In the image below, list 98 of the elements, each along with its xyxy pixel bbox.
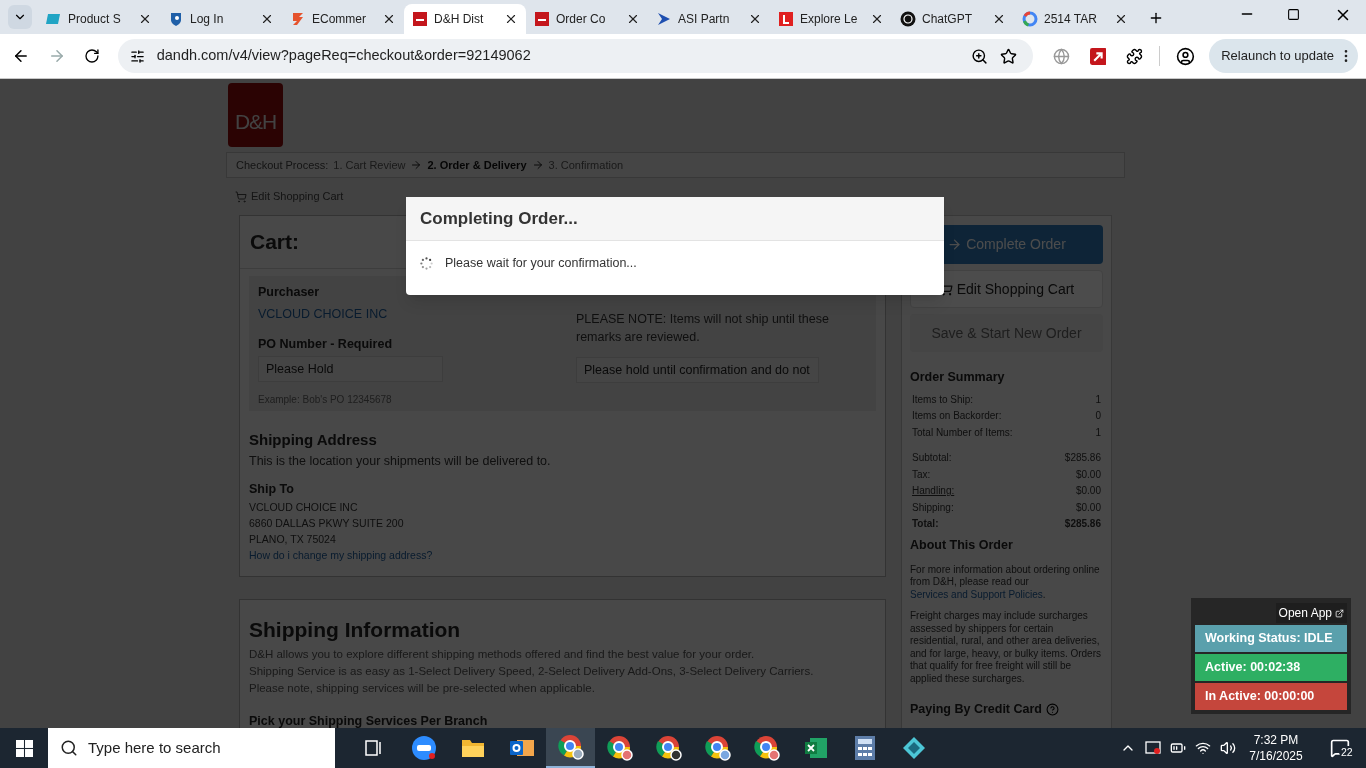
ship-to-label: Ship To <box>249 481 295 499</box>
tab-title: ASI Partn <box>678 11 731 28</box>
url-text: dandh.com/v4/view?pageReq=checkout&order=92149062 <box>156 46 532 66</box>
maximize-icon[interactable] <box>1287 8 1300 21</box>
taskbar-search-field[interactable]: Type here to search <box>48 728 335 768</box>
zoom-icon[interactable] <box>970 47 988 65</box>
tracker-status: In Active: 00:00:00 <box>1195 683 1347 710</box>
search-icon <box>60 739 78 757</box>
tab-title: D&H Dist <box>434 11 485 28</box>
tab-title: ChatGPT <box>922 11 973 28</box>
shipping-info-title: Shipping Information <box>249 617 462 643</box>
summary-label: Subtotal: <box>912 451 952 466</box>
browser-tab[interactable]: ASI Partn <box>648 4 770 34</box>
checkout-step: 2. Order & Delivery <box>427 156 527 174</box>
g-circle-icon <box>1022 11 1038 27</box>
tab-title: Explore Le <box>800 11 859 28</box>
pdf-arrow-extension-icon[interactable] <box>1089 47 1107 65</box>
folder-icon[interactable] <box>460 737 485 759</box>
clock-time[interactable]: 7:32 PM <box>1253 732 1299 748</box>
browser-tab[interactable]: ChatGPT <box>892 4 1014 34</box>
profile-icon[interactable] <box>1176 46 1196 66</box>
diamond-app-icon[interactable] <box>901 736 926 760</box>
order-summary-title: Order Summary <box>910 369 1006 386</box>
browser-tab[interactable]: Explore Le <box>770 4 892 34</box>
browser-tab[interactable]: ECommer <box>282 4 404 34</box>
close-icon[interactable] <box>260 12 274 26</box>
close-icon[interactable] <box>382 12 396 26</box>
tab-list-button[interactable] <box>8 5 32 29</box>
new-tab-icon[interactable] <box>1148 10 1164 26</box>
task-view-icon[interactable] <box>364 739 384 757</box>
tab-title: ECommer <box>312 11 367 28</box>
calculator-icon[interactable] <box>854 736 875 760</box>
external-link-icon <box>1335 608 1344 618</box>
globe-icon[interactable] <box>1052 47 1070 65</box>
clock-date[interactable]: 7/16/2025 <box>1249 748 1303 764</box>
browser-icon[interactable] <box>655 735 682 761</box>
summary-value: $285.86 <box>1064 517 1101 532</box>
battery-icon[interactable] <box>1170 740 1186 756</box>
address-line: VCLOUD CHOICE INC <box>249 500 359 515</box>
reload-icon[interactable] <box>83 48 100 64</box>
tab-title: 2514 TAR <box>1044 11 1098 28</box>
windows-start-icon[interactable] <box>15 739 33 757</box>
dialog-message: Please wait for your confirmation... <box>445 254 637 272</box>
tile-icon <box>534 11 550 27</box>
tile-icon <box>412 11 428 27</box>
notification-count: 22 <box>1339 746 1355 758</box>
tab-title: Log In <box>190 11 225 28</box>
shipping-address-title: Shipping Address <box>249 430 378 450</box>
loading-spinner-icon <box>420 256 433 270</box>
address-bar[interactable]: dandh.com/v4/view?pageReq=checkout&order=92149062 <box>117 39 1033 73</box>
relaunch-button[interactable]: Relaunch to update <box>1209 39 1358 73</box>
about-order-title: About This Order <box>910 536 1014 554</box>
shipping-services-heading: Pick your Shipping Services Per Branch <box>249 712 489 728</box>
summary-value: 1 <box>1095 392 1101 407</box>
purchaser-label: Purchaser <box>258 284 321 301</box>
knot-icon <box>900 11 916 27</box>
volume-icon[interactable] <box>1220 740 1236 756</box>
close-icon[interactable] <box>748 12 762 26</box>
browser-tab[interactable]: Product S <box>38 4 160 34</box>
cart-title: Cart: <box>250 229 299 256</box>
square-logo-icon <box>778 11 794 27</box>
spreadsheet-icon[interactable] <box>803 737 828 759</box>
open-app-button[interactable]: Open App <box>1275 603 1347 623</box>
browser-icon[interactable] <box>753 735 780 761</box>
summary-value: 1 <box>1095 425 1101 440</box>
close-icon[interactable] <box>504 12 518 26</box>
close-icon[interactable] <box>870 12 884 26</box>
network-icon[interactable] <box>1195 740 1211 756</box>
close-icon[interactable] <box>626 12 640 26</box>
tracker-status: Active: 00:02:38 <box>1195 654 1347 681</box>
tab-title: Order Co <box>556 11 607 28</box>
browser-tab[interactable]: D&H Dist <box>404 4 526 34</box>
stack-icon <box>290 11 306 27</box>
tracker-status: Working Status: IDLE <box>1195 625 1347 652</box>
browser-tab[interactable]: Log In <box>160 4 282 34</box>
close-icon[interactable] <box>992 12 1006 26</box>
back-icon[interactable] <box>12 47 30 65</box>
close-icon[interactable] <box>138 12 152 26</box>
tray-app-icon[interactable] <box>1145 740 1161 756</box>
extensions-icon[interactable] <box>1126 47 1144 65</box>
tile-icon <box>46 11 62 27</box>
tab-title: Product S <box>68 11 122 28</box>
browser-tab[interactable]: Order Co <box>526 4 648 34</box>
summary-label: Total: <box>912 517 939 532</box>
browser-icon[interactable] <box>704 735 731 761</box>
bookmark-star-icon[interactable] <box>999 47 1017 65</box>
dialog-title: Completing Order... <box>420 207 578 230</box>
browser-icon[interactable] <box>557 734 584 760</box>
close-icon[interactable] <box>1114 12 1128 26</box>
shield-icon <box>168 11 184 27</box>
credit-card-title: Paying By Credit Card <box>910 701 1042 718</box>
browser-tab[interactable]: 2514 TAR <box>1014 4 1136 34</box>
site-info-icon[interactable] <box>129 48 145 64</box>
video-app-icon[interactable] <box>410 735 437 761</box>
arrow-icon <box>656 11 672 27</box>
po-number-label: PO Number - Required <box>258 335 394 353</box>
summary-value: $285.86 <box>1064 451 1101 466</box>
browser-icon[interactable] <box>606 735 633 761</box>
